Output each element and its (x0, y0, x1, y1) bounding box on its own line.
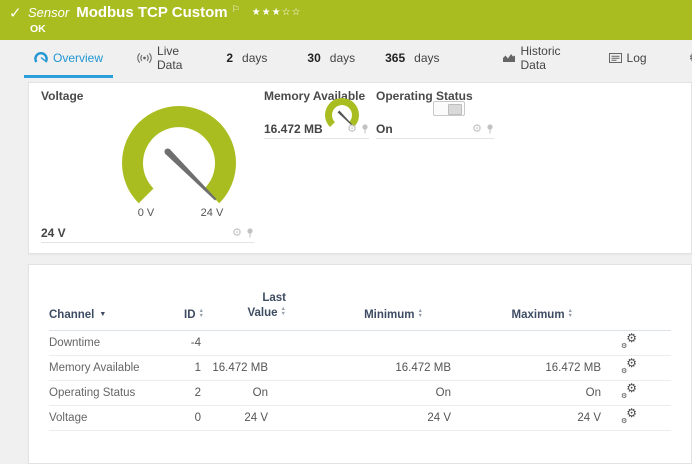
memory-gauge-panel: Memory Available 16.472 MB ⚙ (264, 89, 369, 139)
channel-id: 2 (174, 387, 204, 399)
stars-filled: ★★★ (252, 7, 282, 18)
live-data-icon (137, 52, 152, 64)
column-header-channel[interactable]: Channel ▼ (49, 309, 174, 321)
voltage-gauge (104, 101, 254, 219)
channel-last-value: 16.472 MB (204, 362, 286, 374)
gauge-icon (34, 51, 48, 64)
pin-icon[interactable] (361, 124, 369, 134)
channel-minimum: On (286, 387, 451, 399)
flag-icon[interactable]: ⚐ (232, 4, 240, 14)
channel-last-value: 24 V (204, 412, 286, 424)
tab-label: Live Data (157, 44, 182, 72)
tab-number: 2 (226, 51, 233, 65)
tab-number: 30 (307, 51, 320, 65)
channel-maximum: On (451, 387, 601, 399)
tab-unit: days (242, 51, 267, 65)
tab-30-days[interactable]: 30 days (297, 40, 365, 78)
tab-unit: days (330, 51, 355, 65)
table-row-voltage: Voltage 0 24 V 24 V 24 V ⚙⚙ (49, 406, 671, 431)
pin-icon[interactable] (246, 228, 254, 238)
voltage-gauge-panel: Voltage 0 V 24 V 24 V ⚙ (41, 89, 254, 243)
channel-last-value: On (204, 387, 286, 399)
channel-id: -4 (174, 337, 204, 349)
column-header-last-value[interactable]: Last Value▲▼ (204, 291, 286, 321)
tab-settings[interactable]: ⚙ Settings (679, 40, 692, 78)
tab-number: 365 (385, 51, 405, 65)
toggle-knob (448, 104, 462, 115)
tab-bar: Overview Live Data 2 days 30 days 365 da… (0, 40, 692, 78)
table-row-memory-available: Memory Available 1 16.472 MB 16.472 MB 1… (49, 356, 671, 381)
table-row-downtime: Downtime -4 ⚙⚙ (49, 331, 671, 356)
channel-name: Memory Available (49, 362, 174, 374)
tab-label: Historic Data (521, 44, 561, 72)
tab-label: Log (627, 51, 647, 65)
operating-status-value: On (376, 122, 393, 136)
channel-name: Downtime (49, 337, 174, 349)
memory-value: 16.472 MB (264, 122, 323, 136)
channels-table-header: Channel ▼ ID▲▼ Last Value▲▼ Minimum▲▼ Ma… (49, 265, 671, 331)
channel-minimum: 16.472 MB (286, 362, 451, 374)
sort-icon: ▲▼ (568, 309, 573, 319)
tab-label: Overview (53, 51, 103, 65)
channel-settings-icon[interactable]: ⚙⚙ (621, 409, 637, 423)
channel-name: Operating Status (49, 387, 174, 399)
tab-2-days[interactable]: 2 days (216, 40, 277, 78)
channels-table-card: Channel ▼ ID▲▼ Last Value▲▼ Minimum▲▼ Ma… (28, 264, 692, 464)
gauge-max-label: 24 V (192, 207, 232, 219)
channel-settings-icon[interactable]: ⚙⚙ (621, 334, 637, 348)
sensor-title: Modbus TCP Custom (76, 4, 227, 21)
pin-icon[interactable] (486, 124, 494, 134)
channel-minimum: 24 V (286, 412, 451, 424)
channel-settings-icon[interactable]: ⚙⚙ (621, 384, 637, 398)
tab-365-days[interactable]: 365 days (375, 40, 449, 78)
toggle-switch-indicator (433, 101, 465, 116)
sort-desc-icon: ▼ (99, 311, 106, 318)
channel-name: Voltage (49, 412, 174, 424)
channel-maximum: 24 V (451, 412, 601, 424)
tab-unit: days (414, 51, 439, 65)
channel-maximum: 16.472 MB (451, 362, 601, 374)
gauge-min-label: 0 V (126, 207, 166, 219)
stars-empty: ☆☆ (282, 7, 302, 18)
operating-status-panel: Operating Status On ⚙ (376, 89, 494, 139)
voltage-value: 24 V (41, 226, 66, 240)
gear-icon: ⚙ (689, 50, 692, 66)
sort-icon: ▲▼ (418, 309, 423, 319)
channel-id: 0 (174, 412, 204, 424)
tab-overview[interactable]: Overview (24, 40, 113, 78)
sensor-kind-label: Sensor (28, 5, 69, 20)
column-header-minimum[interactable]: Minimum▲▼ (286, 309, 451, 321)
table-row-operating-status: Operating Status 2 On On On ⚙⚙ (49, 381, 671, 406)
tab-live-data[interactable]: Live Data (127, 40, 192, 78)
chart-icon (502, 52, 516, 63)
gear-icon[interactable]: ⚙ (347, 124, 357, 134)
channel-id: 1 (174, 362, 204, 374)
gear-icon[interactable]: ⚙ (472, 124, 482, 134)
sensor-header: ✓ Sensor Modbus TCP Custom ⚐ ★★★☆☆ OK (0, 0, 692, 40)
priority-stars[interactable]: ★★★☆☆ (252, 7, 302, 18)
sensor-status-badge: OK (30, 23, 46, 35)
tab-historic-data[interactable]: Historic Data (492, 40, 571, 78)
channel-settings-icon[interactable]: ⚙⚙ (621, 359, 637, 373)
tab-log[interactable]: Log (599, 40, 657, 78)
overview-gauges-card: Voltage 0 V 24 V 24 V ⚙ Memory Available (28, 82, 692, 254)
log-icon (609, 53, 622, 63)
column-header-maximum[interactable]: Maximum▲▼ (451, 309, 601, 321)
gear-icon[interactable]: ⚙ (232, 228, 242, 238)
column-header-id[interactable]: ID▲▼ (174, 309, 204, 321)
status-check-icon: ✓ (9, 4, 22, 22)
